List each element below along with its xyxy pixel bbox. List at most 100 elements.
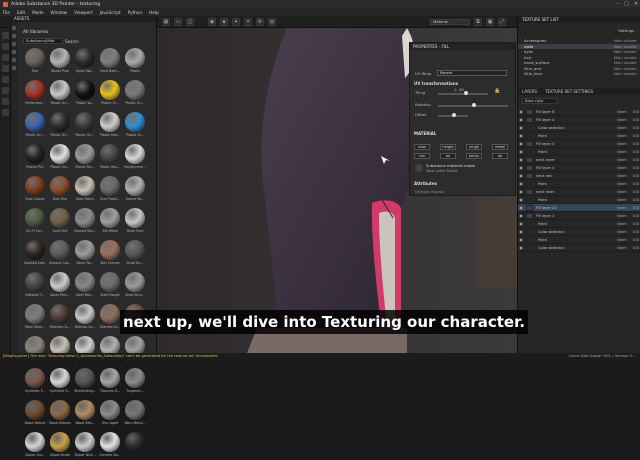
layer-name[interactable]: Paint (538, 182, 617, 186)
layer-effect-row[interactable]: ◉ Paint Norm 100 (518, 236, 640, 244)
layer-blend-mode[interactable]: Norm (617, 238, 631, 242)
visibility-eye-icon[interactable]: ◉ (518, 245, 524, 250)
layer-opacity[interactable]: 100 (631, 166, 640, 170)
tab-layers[interactable]: LAYERS (522, 88, 537, 95)
layer-opacity[interactable]: 100 (631, 198, 640, 202)
menu-python[interactable]: Python (128, 10, 143, 15)
color-picker-icon[interactable] (2, 98, 9, 105)
layer-effect-row[interactable]: ◉ Paint Norm 100 (518, 132, 640, 140)
asset-tile[interactable]: Steel Scra... (124, 272, 146, 300)
layer-opacity[interactable]: 100 (631, 150, 640, 154)
asset-tile[interactable]: Plastic Gri... (124, 80, 146, 108)
asset-tile[interactable]: Stitches Ca... (49, 304, 71, 332)
asset-tile[interactable]: Scuff Dirt (49, 208, 71, 236)
view-2d-icon[interactable]: ▭ (174, 18, 182, 26)
layer-name[interactable]: Paint (538, 238, 617, 242)
layer-blend-mode[interactable]: Norm (617, 174, 631, 178)
channel-display-select[interactable]: Base color (522, 98, 558, 104)
layer-blend-mode[interactable]: Norm (617, 182, 631, 186)
layer-name[interactable]: Fill layer 1 (536, 214, 617, 218)
layer-row[interactable]: ◉ Fill layer 1 Norm 100 (518, 212, 640, 220)
layer-row[interactable]: ◉ neck main Norm 100 (518, 188, 640, 196)
visibility-eye-icon[interactable]: ◉ (518, 181, 524, 186)
layer-opacity[interactable]: 100 (631, 110, 640, 114)
asset-tile[interactable]: Plastic Gri... (24, 112, 46, 140)
visibility-eye-icon[interactable]: ◉ (518, 237, 524, 242)
channel-emiss[interactable]: emiss (466, 153, 482, 159)
close-button[interactable]: ✕ (634, 1, 638, 7)
channel-height[interactable]: height (440, 144, 456, 150)
asset-tile[interactable]: Plastic Gl... (124, 112, 146, 140)
asset-tile[interactable]: Small Bu... (124, 240, 146, 268)
channel-nrm[interactable]: nrm (414, 153, 430, 159)
layer-name[interactable]: Fill layer 4 (536, 166, 617, 170)
tiling-slider[interactable] (438, 91, 488, 95)
visibility-eye-icon[interactable]: ◉ (518, 133, 524, 138)
menu-javascript[interactable]: JavaScript (100, 10, 121, 15)
layer-row[interactable]: ◉ Fill layer 4 Norm 100 (518, 164, 640, 172)
layer-opacity[interactable]: 100 (631, 134, 640, 138)
visibility-eye-icon[interactable]: ◉ (518, 125, 524, 130)
asset-tile[interactable]: Nickel Pure (49, 48, 71, 76)
asset-tile[interactable]: Plastic Rei... (74, 144, 96, 172)
asset-tile[interactable]: Silk Metal (99, 208, 121, 236)
layer-effect-row[interactable]: ◉ Color selection Norm 100 (518, 124, 640, 132)
visibility-eye-icon[interactable]: ◉ (518, 165, 524, 170)
asset-tile[interactable]: Plastic Gl... (99, 80, 121, 108)
layer-opacity[interactable]: 100 (631, 214, 640, 218)
uv-wrap-select[interactable]: Repeat (437, 70, 507, 76)
layer-opacity[interactable]: 100 (631, 190, 640, 194)
asset-tile[interactable]: Rust Fine (49, 176, 71, 204)
layer-opacity[interactable]: 100 (631, 142, 640, 146)
asset-tile[interactable]: Smoked Leat... (24, 240, 46, 268)
menu-window[interactable]: Window (51, 10, 68, 15)
layer-row[interactable]: ◉ Fill layer 4 Norm 100 (518, 140, 640, 148)
asset-tile[interactable]: Fuel (24, 48, 46, 76)
menu-file[interactable]: File (3, 10, 10, 15)
layer-opacity[interactable]: 100 (631, 238, 640, 242)
asset-tile[interactable]: Ceramic Ba... (99, 432, 121, 460)
asset-tile[interactable]: Wood Zebrano (49, 400, 71, 428)
asset-tile[interactable]: Scarce Ro... (124, 176, 146, 204)
layer-row[interactable]: ◉ Fill layer 4 Norm 100 (518, 116, 640, 124)
layer-name[interactable]: Fill layer 4 (536, 118, 617, 122)
visibility-eye-icon[interactable]: ◉ (518, 117, 524, 122)
asset-tile[interactable]: Wood Walnut (24, 400, 46, 428)
layer-effect-row[interactable]: ◉ Color selection Norm 100 (518, 244, 640, 252)
asset-tile[interactable]: Plastic Qu... (49, 144, 71, 172)
asset-tile[interactable]: Performan... (24, 80, 46, 108)
visibility-eye-icon[interactable]: ◉ (518, 229, 524, 234)
layer-name[interactable]: Paint (538, 198, 617, 202)
layer-blend-mode[interactable]: Norm (617, 110, 631, 114)
layer-blend-mode[interactable]: Norm (617, 142, 631, 146)
search-label[interactable]: Search (65, 39, 79, 44)
layer-opacity[interactable]: 100 (631, 158, 640, 162)
layer-opacity[interactable]: 100 (631, 118, 640, 122)
screenshot-icon[interactable]: ▣ (486, 18, 494, 26)
filter-brushes-icon[interactable] (12, 50, 16, 54)
layer-name[interactable]: Fill layer 20 (536, 206, 617, 210)
layer-opacity[interactable]: 100 (631, 246, 640, 250)
asset-tile[interactable]: Spray Pain... (49, 272, 71, 300)
visibility-eye-icon[interactable]: ◉ (518, 205, 524, 210)
display-settings-icon[interactable]: ⚙ (256, 18, 264, 26)
layer-row[interactable]: ◉ neck red Norm 100 (518, 172, 640, 180)
asset-tile[interactable]: Zipper Alu... (24, 432, 46, 460)
visibility-eye-icon[interactable]: ◉ (518, 189, 524, 194)
layout-grid-icon[interactable]: ▦ (162, 18, 170, 26)
minimize-button[interactable]: – (617, 1, 620, 7)
offset-slider[interactable] (438, 113, 468, 117)
polygon-fill-icon[interactable] (2, 65, 9, 72)
layer-name[interactable]: Color selection (538, 246, 617, 250)
asset-tile[interactable]: Shaved Stin... (74, 208, 96, 236)
layer-name[interactable]: Paint (538, 134, 617, 138)
layer-effect-row[interactable]: ◉ Color selection Norm 100 (518, 228, 640, 236)
layer-blend-mode[interactable]: Norm (617, 150, 631, 154)
asset-tile[interactable]: Silver Pure (124, 208, 146, 236)
visibility-eye-icon[interactable]: ◉ (518, 213, 524, 218)
eraser-icon[interactable] (2, 43, 9, 50)
layer-blend-mode[interactable]: Norm (617, 230, 631, 234)
layer-name[interactable]: Color selection (538, 126, 617, 130)
asset-tile[interactable] (124, 432, 146, 460)
texture-set-row[interactable]: Skin_face Main shader (518, 71, 640, 77)
